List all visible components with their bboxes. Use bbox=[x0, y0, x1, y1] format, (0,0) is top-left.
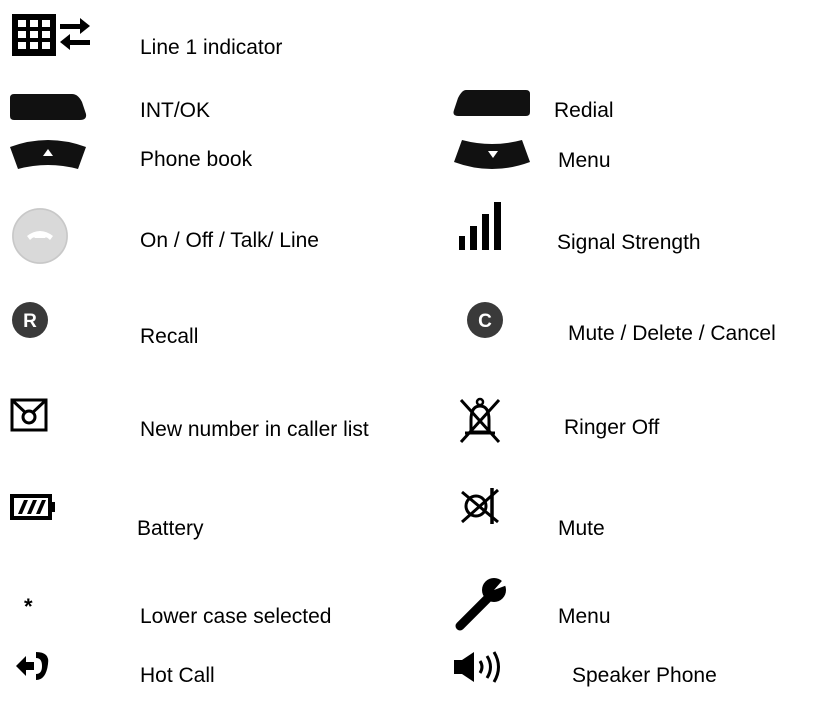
talk-key-icon bbox=[10, 206, 70, 266]
cancel-key-letter: C bbox=[478, 311, 492, 332]
ringer-off-label: Ringer Off bbox=[564, 416, 660, 439]
hot-call-label: Hot Call bbox=[140, 664, 215, 687]
menu-tool-label: Menu bbox=[558, 605, 611, 628]
battery-icon bbox=[10, 492, 60, 522]
signal-strength-icon bbox=[455, 202, 515, 252]
new-number-label: New number in caller list bbox=[140, 418, 369, 441]
phone-book-label: Phone book bbox=[140, 148, 253, 171]
hot-call-icon bbox=[10, 650, 50, 682]
speaker-phone-label: Speaker Phone bbox=[572, 664, 717, 687]
line1-indicator-icon bbox=[10, 10, 90, 60]
int-ok-label: INT/OK bbox=[140, 99, 211, 122]
recall-key-icon: R bbox=[10, 300, 50, 340]
lower-case-label: Lower case selected bbox=[140, 605, 332, 628]
mute-icon bbox=[458, 486, 504, 526]
ringer-off-bell-icon bbox=[455, 396, 505, 444]
recall-label: Recall bbox=[140, 325, 199, 348]
int-ok-softkey-icon bbox=[8, 92, 88, 122]
redial-label: Redial bbox=[554, 99, 614, 122]
redial-softkey-icon bbox=[452, 88, 532, 118]
speaker-phone-icon bbox=[452, 650, 512, 684]
mute-delete-cancel-label: Mute / Delete / Cancel bbox=[568, 322, 776, 345]
wrench-icon bbox=[454, 574, 510, 634]
mute-label: Mute bbox=[558, 517, 605, 540]
asterisk-icon: * bbox=[24, 594, 33, 619]
menu-nav-label: Menu bbox=[558, 149, 611, 172]
menu-down-key-icon bbox=[452, 138, 532, 172]
cancel-key-icon: C bbox=[465, 300, 505, 340]
recall-key-letter: R bbox=[23, 311, 37, 332]
line1-indicator-label: Line 1 indicator bbox=[140, 36, 283, 59]
envelope-icon bbox=[10, 398, 50, 434]
talk-label: On / Off / Talk/ Line bbox=[140, 229, 319, 252]
phone-book-up-key-icon bbox=[8, 137, 88, 171]
signal-label: Signal Strength bbox=[557, 231, 701, 254]
battery-label: Battery bbox=[137, 517, 204, 540]
